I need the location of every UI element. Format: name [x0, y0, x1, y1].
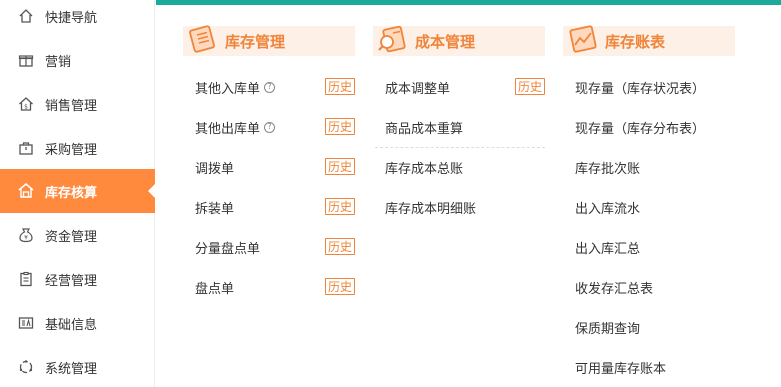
- history-button[interactable]: 历史: [325, 198, 355, 215]
- menu-item-partial-stocktake[interactable]: 分量盘点单: [195, 237, 260, 257]
- shopping-bag-icon: [17, 139, 35, 157]
- sidebar-item-label: 销售管理: [45, 98, 98, 114]
- sidebar-item-label: 库存核算: [45, 185, 98, 201]
- gift-icon: [17, 51, 35, 69]
- inventory-reports-section: 库存账表: [563, 25, 735, 56]
- sidebar-item-basic-info[interactable]: 基础信息: [0, 301, 155, 345]
- sidebar-item-label: 系统管理: [45, 361, 98, 377]
- clipboard-icon: [17, 270, 35, 288]
- menu-item-other-inbound[interactable]: 其他入库单 ?: [195, 77, 276, 97]
- menu-item-label: 成本调整单: [385, 81, 451, 97]
- menu-item-label: 现存量（库存分布表）: [575, 121, 706, 137]
- money-bag-icon: ¥: [17, 226, 35, 244]
- sidebar-item-funds[interactable]: ¥ 资金管理: [0, 213, 155, 257]
- section-header: 成本管理: [373, 25, 545, 56]
- section-header: 库存账表: [563, 25, 735, 56]
- menu-item-label: 出入库汇总: [575, 241, 641, 257]
- home-icon: [17, 7, 35, 25]
- menu-item-label: 调拨单: [195, 161, 235, 177]
- svg-text:¥: ¥: [24, 235, 28, 242]
- sidebar-item-label: 快捷导航: [45, 10, 98, 26]
- menu-item-stock-status[interactable]: 现存量（库存状况表）: [575, 77, 705, 97]
- menu-item-batch-ledger[interactable]: 库存批次账: [575, 157, 640, 177]
- menu-item-stock-distribution[interactable]: 现存量（库存分布表）: [575, 117, 705, 137]
- help-icon[interactable]: ?: [264, 121, 276, 133]
- menu-item-label: 其他入库单: [195, 81, 261, 97]
- menu-item-label: 拆装单: [195, 201, 235, 217]
- menu-item-receive-issue-summary[interactable]: 收发存汇总表: [575, 277, 653, 297]
- menu-item-label: 其他出库单: [195, 121, 261, 137]
- section-title: 成本管理: [415, 32, 476, 51]
- top-accent-bar: [156, 0, 781, 5]
- section-title: 库存管理: [225, 32, 286, 51]
- menu-item-label: 保质期查询: [575, 321, 641, 337]
- notebook-icon: [186, 22, 220, 56]
- section-divider: [375, 147, 545, 148]
- settings-ring-icon: [17, 358, 35, 376]
- sidebar-item-label: 经营管理: [45, 273, 98, 289]
- menu-item-label: 收发存汇总表: [575, 281, 654, 297]
- sidebar-item-purchase[interactable]: 采购管理: [0, 126, 155, 170]
- sidebar: 快捷导航 营销 $ 销售管理 采购管理 库存核算 ¥ 资金管理 经营管理 基础信…: [0, 0, 155, 387]
- sidebar-item-system[interactable]: 系统管理: [0, 345, 155, 387]
- history-button[interactable]: 历史: [515, 78, 545, 95]
- menu-item-cost-general-ledger[interactable]: 库存成本总账: [385, 157, 463, 177]
- sidebar-item-label: 营销: [45, 54, 72, 70]
- id-card-icon: [17, 314, 35, 332]
- menu-item-shelf-life-query[interactable]: 保质期查询: [575, 317, 640, 337]
- menu-item-cost-adjustment[interactable]: 成本调整单: [385, 77, 450, 97]
- menu-item-other-outbound[interactable]: 其他出库单 ?: [195, 117, 276, 137]
- history-button[interactable]: 历史: [325, 238, 355, 255]
- menu-item-label: 商品成本重算: [385, 121, 464, 137]
- menu-item-assembly[interactable]: 拆装单: [195, 197, 234, 217]
- sidebar-item-marketing[interactable]: 营销: [0, 38, 155, 82]
- magnifier-document-icon: [376, 22, 410, 56]
- chart-document-icon: [566, 22, 600, 56]
- menu-item-label: 出入库流水: [575, 201, 641, 217]
- menu-item-label: 库存成本总账: [385, 161, 464, 177]
- sidebar-item-inventory-accounting[interactable]: 库存核算: [0, 169, 155, 213]
- sidebar-item-label: 基础信息: [45, 317, 98, 333]
- sidebar-item-operations[interactable]: 经营管理: [0, 257, 155, 301]
- menu-item-label: 库存成本明细账: [385, 201, 477, 217]
- section-header: 库存管理: [183, 25, 355, 56]
- history-button[interactable]: 历史: [325, 158, 355, 175]
- sidebar-item-quick-nav[interactable]: 快捷导航: [0, 0, 155, 38]
- section-title: 库存账表: [605, 32, 666, 51]
- menu-item-label: 分量盘点单: [195, 241, 261, 257]
- menu-item-label: 盘点单: [195, 281, 235, 297]
- menu-item-label: 现存量（库存状况表）: [575, 81, 706, 97]
- menu-item-cost-recalculation[interactable]: 商品成本重算: [385, 117, 463, 137]
- menu-item-inout-summary[interactable]: 出入库汇总: [575, 237, 640, 257]
- history-button[interactable]: 历史: [325, 118, 355, 135]
- menu-item-available-stock-ledger[interactable]: 可用量库存账本: [575, 357, 666, 377]
- menu-item-cost-detail-ledger[interactable]: 库存成本明细账: [385, 197, 476, 217]
- menu-item-inout-flow[interactable]: 出入库流水: [575, 197, 640, 217]
- menu-item-transfer[interactable]: 调拨单: [195, 157, 234, 177]
- sidebar-item-label: 采购管理: [45, 142, 98, 158]
- sidebar-item-sales[interactable]: $ 销售管理: [0, 82, 155, 126]
- history-button[interactable]: 历史: [325, 78, 355, 95]
- history-button[interactable]: 历史: [325, 278, 355, 295]
- inventory-management-section: 库存管理: [183, 25, 355, 56]
- sales-house-icon: $: [17, 95, 35, 113]
- menu-item-label: 可用量库存账本: [575, 361, 667, 377]
- menu-item-label: 库存批次账: [575, 161, 641, 177]
- menu-item-stocktake[interactable]: 盘点单: [195, 277, 234, 297]
- active-indicator: [148, 184, 155, 198]
- help-icon[interactable]: ?: [264, 81, 276, 93]
- cost-management-section: 成本管理: [373, 25, 545, 56]
- sidebar-item-label: 资金管理: [45, 229, 98, 245]
- svg-text:$: $: [24, 104, 28, 111]
- warehouse-icon: [17, 182, 35, 200]
